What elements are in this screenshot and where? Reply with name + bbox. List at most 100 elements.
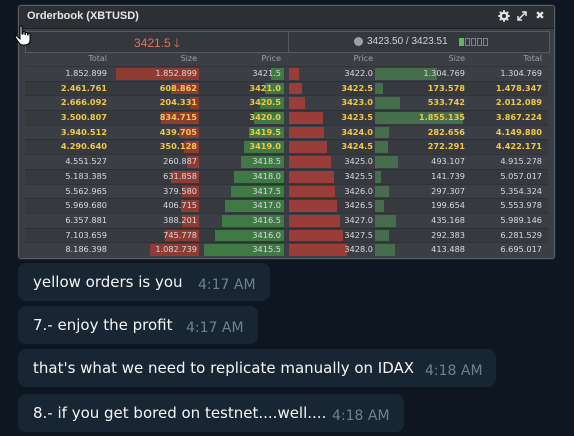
ask-total: 5.057.017 (500, 170, 542, 181)
ask-total: 6.695.017 (500, 244, 542, 255)
bid-row[interactable]: 5.562.965 379.580 3417.5 (25, 183, 286, 199)
chat-message[interactable]: 7.- enjoy the profit 4:17 AM (18, 306, 258, 344)
bid-row[interactable]: 1.852.899 1.852.899 3421.5 (25, 66, 286, 81)
bid-total: 2.666.092 (60, 97, 107, 108)
ask-price: 3422.0 (344, 68, 373, 78)
spread-indicator-cell (471, 38, 476, 46)
ask-size: 1.304.769 (423, 68, 465, 78)
bid-ask-value: 3423.50 / 3423.51 (367, 36, 448, 47)
bid-total: 7.103.659 (65, 229, 107, 240)
bid-size: 260.887 (163, 156, 197, 167)
chat-message[interactable]: 8.- if you get bored on testnet....well.… (18, 394, 404, 432)
col-header-size: Size (180, 54, 197, 63)
ask-price: 3428.0 (344, 244, 373, 255)
ask-row[interactable]: 3423.0 533.742 2.012.089 (287, 95, 548, 110)
bid-row[interactable]: 5.969.680 406.715 3417.0 (25, 198, 286, 213)
ask-total: 5.553.978 (500, 200, 542, 211)
gear-icon[interactable] (498, 9, 510, 23)
ask-size: 199.654 (431, 200, 465, 211)
bid-price: 3418.0 (252, 170, 281, 181)
bid-price: 3416.5 (252, 214, 281, 225)
bid-row[interactable]: 4.551.527 260.887 3418.5 (25, 154, 286, 169)
ask-row[interactable]: 3422.5 173.578 1.478.347 (287, 80, 548, 96)
bid-row[interactable]: 6.357.881 388.201 3416.5 (25, 212, 286, 228)
bid-row[interactable]: 2.666.092 204.331 3420.5 (25, 95, 286, 110)
ask-row[interactable]: 3427.5 292.383 6.281.529 (287, 227, 548, 243)
ask-row[interactable]: 3423.5 1.855.135 3.867.224 (287, 110, 548, 125)
spread-indicator-cell (459, 38, 464, 46)
bids-side: Total Size Price 1.852.899 1.852.899 3421.… (25, 53, 286, 257)
ask-size: 493.107 (431, 156, 465, 167)
bid-price: 3419.5 (249, 126, 281, 137)
orderbook-title: Orderbook (XBTUSD) (27, 10, 139, 22)
ask-row[interactable]: 3428.0 413.488 6.695.017 (287, 242, 548, 257)
chat-message[interactable]: yellow orders is you 4:17 AM (18, 263, 270, 301)
ask-row[interactable]: 3427.0 435.168 5.989.146 (287, 212, 548, 228)
col-header-total: Total (88, 54, 107, 63)
hand-cursor-icon (14, 25, 31, 46)
ask-price: 3427.5 (344, 229, 373, 240)
asks-side: Price Size Total 3422.0 1.304.769 1.304.76… (287, 53, 548, 257)
bid-price: 3417.0 (252, 200, 281, 211)
ask-total: 1.304.769 (500, 68, 542, 78)
close-icon[interactable]: ✖ (534, 9, 546, 23)
bid-size: 1.852.899 (155, 68, 197, 78)
ask-row[interactable]: 3424.5 272.291 4.422.171 (287, 139, 548, 155)
col-header-price: Price (261, 54, 281, 63)
ask-row[interactable]: 3425.0 493.107 4.915.278 (287, 154, 548, 169)
bid-size: 379.580 (163, 185, 197, 196)
bid-row[interactable]: 4.290.640 350.128 3419.0 (25, 139, 286, 155)
message-text: 7.- enjoy the profit (33, 316, 173, 334)
ask-total: 4.915.278 (500, 156, 542, 167)
bid-size: 439.705 (159, 126, 197, 137)
message-timestamp: 4:18 AM (332, 408, 390, 424)
ask-size: 297.307 (431, 185, 465, 196)
ask-price: 3425.0 (344, 156, 373, 167)
ask-total: 5.354.324 (500, 185, 542, 196)
spread-indicator-cell (465, 38, 470, 46)
ask-total: 4.422.171 (495, 141, 542, 152)
col-header-size: Size (448, 54, 465, 63)
orderbook-titlebar[interactable]: Orderbook (XBTUSD) ✖ (19, 6, 554, 29)
ask-size: 533.742 (427, 97, 465, 108)
ask-total: 2.012.089 (495, 97, 542, 108)
ask-row[interactable]: 3422.0 1.304.769 1.304.769 (287, 66, 548, 81)
last-price: 3421.5 (134, 36, 171, 50)
ask-total: 4.149.880 (495, 126, 542, 137)
bids-header: Total Size Price (25, 53, 286, 66)
ask-row[interactable]: 3424.0 282.656 4.149.880 (287, 124, 548, 140)
message-timestamp: 4:17 AM (186, 320, 244, 336)
ask-row[interactable]: 3425.5 141.739 5.057.017 (287, 168, 548, 184)
bid-total: 5.183.385 (65, 170, 107, 181)
bid-total: 2.461.761 (60, 82, 107, 93)
ask-row[interactable]: 3426.0 297.307 5.354.324 (287, 183, 548, 199)
ask-price: 3424.0 (341, 126, 373, 137)
bid-row[interactable]: 7.103.659 745.778 3416.0 (25, 227, 286, 243)
bid-size: 406.715 (163, 200, 197, 211)
bid-size: 608.862 (159, 82, 197, 93)
ask-price: 3424.5 (341, 141, 373, 152)
ask-row[interactable]: 3426.5 199.654 5.553.978 (287, 198, 548, 213)
expand-icon[interactable] (516, 9, 528, 23)
window-controls: ✖ (498, 9, 546, 23)
orderbook-table: Total Size Price 1.852.899 1.852.899 3421.… (25, 53, 548, 257)
bid-total: 5.562.965 (65, 185, 107, 196)
bid-row[interactable]: 3.940.512 439.705 3419.5 (25, 124, 286, 140)
bid-total: 3.500.807 (60, 112, 107, 123)
bid-row[interactable]: 2.461.761 608.862 3421.0 (25, 80, 286, 96)
bid-total: 5.969.680 (65, 200, 107, 211)
bid-row[interactable]: 8.186.398 1.082.739 3415.5 (25, 242, 286, 257)
bid-ask-panel: 3423.50 / 3423.51 (289, 32, 549, 52)
last-price-panel: 3421.5 🡓 (26, 32, 289, 52)
bid-total: 8.186.398 (65, 244, 107, 255)
chat-message[interactable]: that's what we need to replicate manuall… (18, 349, 496, 387)
bid-price: 3420.0 (249, 112, 281, 123)
message-text: 8.- if you get bored on testnet....well.… (33, 404, 327, 422)
bid-total: 1.852.899 (65, 68, 107, 78)
spread-indicator (459, 38, 488, 46)
bid-row[interactable]: 3.500.807 834.715 3420.0 (25, 110, 286, 125)
ask-total: 1.478.347 (495, 82, 542, 93)
orderbook-window: Orderbook (XBTUSD) ✖ 3421.5 🡓 3423.50 / 3… (18, 5, 555, 259)
ask-size: 435.168 (431, 214, 465, 225)
bid-row[interactable]: 5.183.385 631.858 3418.0 (25, 168, 286, 184)
